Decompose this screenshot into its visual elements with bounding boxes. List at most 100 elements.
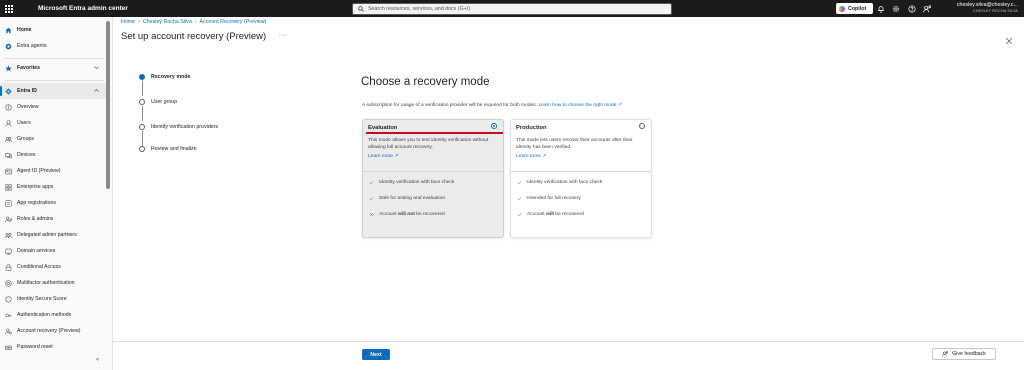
sidebar-item-label: Identity Secure Score bbox=[17, 296, 67, 302]
footer-divider bbox=[113, 341, 1024, 342]
section-title: Choose a recovery mode bbox=[361, 76, 490, 88]
help-icon[interactable] bbox=[907, 4, 916, 13]
evaluation-radio[interactable] bbox=[491, 123, 497, 129]
step-connector bbox=[142, 131, 143, 146]
sidebar-item-label: Entra ID bbox=[17, 88, 37, 94]
feature-item: Intended for full recovery bbox=[517, 196, 581, 201]
roles-icon bbox=[5, 216, 12, 223]
gear-icon[interactable] bbox=[891, 4, 900, 13]
top-bar: Microsoft Entra admin center Copilot che… bbox=[0, 0, 1024, 17]
sidebar-scrollbar[interactable] bbox=[106, 21, 110, 189]
step-user-group[interactable]: User group bbox=[139, 99, 177, 105]
chevron-up-icon bbox=[93, 87, 100, 94]
partners-icon bbox=[5, 232, 12, 239]
sidebar-item-groups[interactable]: Groups bbox=[0, 131, 106, 147]
step-indicator bbox=[139, 124, 145, 130]
devices-icon bbox=[5, 152, 12, 159]
search-icon bbox=[358, 5, 364, 12]
info-icon bbox=[5, 103, 12, 111]
feature-text: Identity verification with face check bbox=[527, 180, 603, 185]
sidebar-item-users[interactable]: Users bbox=[0, 115, 106, 131]
home-icon bbox=[5, 27, 12, 34]
sidebar-divider bbox=[4, 80, 104, 81]
step-recovery-mode[interactable]: Recovery mode bbox=[139, 74, 190, 80]
step-connector bbox=[142, 106, 143, 121]
secure-score-icon bbox=[5, 295, 12, 303]
account-recovery-icon bbox=[5, 328, 12, 335]
step-label: User group bbox=[151, 99, 178, 105]
sidebar-item-entra-agents[interactable]: Entra agents bbox=[0, 38, 106, 54]
breadcrumb-account-recovery[interactable]: Account Recovery (Preview) bbox=[200, 19, 267, 25]
sidebar-item-agent-id[interactable]: Agent ID (Preview) bbox=[0, 163, 106, 179]
step-identity-verification-providers[interactable]: Identity verification providers bbox=[139, 124, 218, 130]
next-button[interactable]: Next bbox=[362, 349, 390, 360]
sidebar-item-favorites[interactable]: Favorites bbox=[0, 60, 106, 76]
breadcrumb-home[interactable]: Home bbox=[121, 19, 135, 25]
collapse-sidebar-icon[interactable]: « bbox=[96, 357, 99, 363]
sidebar-item-label: Users bbox=[17, 120, 31, 126]
app-launcher-icon[interactable] bbox=[0, 0, 18, 17]
page-title: Set up account recovery (Preview) bbox=[121, 31, 267, 42]
domain-icon bbox=[5, 248, 12, 255]
feature-text-strong: will bbox=[546, 212, 554, 217]
feature-text-strong: will not bbox=[398, 212, 415, 217]
conditional-access-icon bbox=[5, 263, 12, 271]
breadcrumb-separator: › bbox=[138, 19, 140, 25]
production-radio[interactable] bbox=[639, 123, 645, 129]
feature-text: Account will be recovered bbox=[527, 212, 584, 217]
sidebar-item-overview[interactable]: Overview bbox=[0, 99, 106, 115]
bell-icon[interactable] bbox=[876, 4, 885, 13]
auth-methods-icon bbox=[5, 312, 12, 319]
sidebar-item-home[interactable]: Home bbox=[0, 22, 106, 38]
copilot-icon bbox=[839, 5, 845, 12]
sidebar-item-multifactor-authentication[interactable]: Multifactor authentication bbox=[0, 275, 106, 291]
feature-text-prefix: Account bbox=[527, 212, 547, 217]
sidebar-item-label: Enterprise apps bbox=[17, 184, 54, 190]
sidebar-item-delegated-admin-partners[interactable]: Delegated admin partners bbox=[0, 227, 106, 243]
sidebar-item-label: Agent ID (Preview) bbox=[17, 168, 61, 174]
sidebar-item-entra-id[interactable]: Entra ID bbox=[0, 83, 106, 99]
sidebar-item-label: Favorites bbox=[17, 65, 41, 71]
breadcrumb: Home › Chesley Rocha Silva › Account Rec… bbox=[121, 19, 266, 25]
sidebar-item-authentication-methods[interactable]: Authentication methods bbox=[0, 307, 106, 323]
sidebar-item-app-registrations[interactable]: App registrations bbox=[0, 195, 106, 211]
breadcrumb-tenant[interactable]: Chesley Rocha Silva bbox=[143, 19, 192, 25]
evaluation-learn-more-link[interactable]: Learn more ↗ bbox=[368, 153, 398, 159]
sidebar-item-roles-admins[interactable]: Roles & admins bbox=[0, 211, 106, 227]
search-input[interactable] bbox=[368, 5, 648, 12]
step-review-finalize[interactable]: Review and finalize bbox=[139, 146, 197, 152]
production-mode-card[interactable]: Production This mode lets users recover … bbox=[510, 119, 652, 238]
sidebar-item-account-recovery[interactable]: Account recovery (Preview) bbox=[0, 323, 106, 339]
sidebar-item-conditional-access[interactable]: Conditional Access bbox=[0, 259, 106, 275]
card-divider bbox=[363, 171, 503, 172]
check-icon bbox=[517, 212, 522, 217]
give-feedback-button[interactable]: Give feedback bbox=[932, 348, 996, 360]
sidebar-item-domain-services[interactable]: Domain services bbox=[0, 243, 106, 259]
sidebar-item-enterprise-apps[interactable]: Enterprise apps bbox=[0, 179, 106, 195]
app-registrations-icon bbox=[5, 199, 12, 207]
sidebar-item-label: Entra agents bbox=[17, 43, 47, 49]
mfa-icon bbox=[5, 279, 12, 287]
more-options-icon[interactable]: ··· bbox=[278, 32, 287, 39]
global-search[interactable] bbox=[352, 2, 672, 15]
production-learn-more-link[interactable]: Learn more ↗ bbox=[516, 153, 546, 159]
sidebar-item-identity-secure-score[interactable]: Identity Secure Score bbox=[0, 291, 106, 307]
choose-mode-link[interactable]: Learn how to choose the right mode ↗ bbox=[538, 103, 622, 108]
close-icon[interactable] bbox=[1005, 32, 1013, 45]
sidebar-item-label: Domain services bbox=[17, 248, 56, 254]
sidebar-item-label: Home bbox=[17, 27, 32, 33]
card-title: Production bbox=[516, 125, 547, 131]
x-icon bbox=[369, 212, 374, 217]
password-reset-icon bbox=[5, 344, 12, 351]
sidebar-item-devices[interactable]: Devices bbox=[0, 147, 106, 163]
account-manager[interactable]: chesley.silva@chesley.c... CHESLEY ROCHA… bbox=[957, 2, 1018, 14]
step-connector bbox=[142, 81, 143, 96]
feature-text-prefix: Account bbox=[379, 212, 399, 217]
evaluation-mode-card[interactable]: Evaluation This mode allows you to test … bbox=[362, 119, 504, 238]
agent-id-icon bbox=[5, 168, 12, 175]
feedback-person-icon[interactable] bbox=[922, 4, 931, 13]
step-indicator bbox=[139, 146, 145, 152]
sidebar-item-password-reset[interactable]: Password reset bbox=[0, 339, 106, 355]
app-title[interactable]: Microsoft Entra admin center bbox=[38, 5, 128, 12]
copilot-button[interactable]: Copilot bbox=[836, 3, 873, 14]
